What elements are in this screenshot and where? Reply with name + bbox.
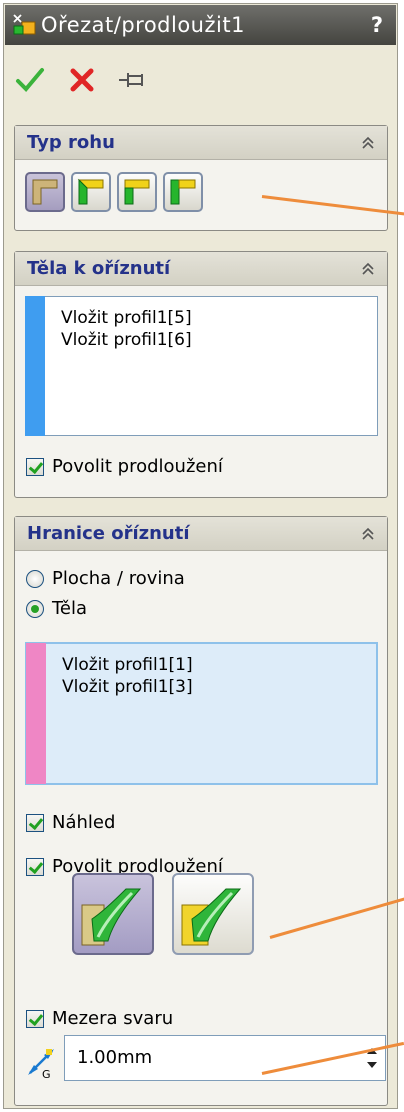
cross-icon[interactable] bbox=[66, 64, 98, 96]
corner-end-butt1-icon bbox=[124, 179, 150, 205]
weld-gap-value[interactable]: 1.00mm bbox=[77, 1047, 152, 1068]
corner-type-buttons bbox=[25, 172, 245, 216]
checkbox-checked[interactable] bbox=[26, 858, 44, 876]
help-button[interactable]: ? bbox=[371, 5, 383, 45]
collapse-icon[interactable] bbox=[359, 260, 377, 278]
trim-boundary-group: Hranice oříznutí Plocha / rovina Těla Vl… bbox=[14, 516, 388, 1106]
radio-label: Těla bbox=[52, 598, 88, 619]
radio-button-selected[interactable] bbox=[26, 600, 44, 618]
corner-miter-button[interactable] bbox=[71, 172, 111, 212]
radio-label: Plocha / rovina bbox=[52, 568, 185, 589]
list-item[interactable]: Vložit profil1[5] bbox=[61, 307, 192, 329]
list-item[interactable]: Vložit profil1[1] bbox=[62, 654, 193, 676]
checkbox-checked[interactable] bbox=[26, 458, 44, 476]
trim-boundary-title: Hranice oříznutí bbox=[27, 523, 190, 544]
checkbox-checked[interactable] bbox=[26, 1010, 44, 1028]
simple-cut-icon bbox=[81, 888, 142, 946]
checkbox-label: Povolit prodloužení bbox=[52, 456, 223, 477]
collapse-icon[interactable] bbox=[359, 525, 377, 543]
trim-boundary-header[interactable]: Hranice oříznutí bbox=[15, 517, 387, 551]
trim-boundary-items: Vložit profil1[1] Vložit profil1[3] bbox=[62, 654, 193, 698]
selection-color-bar bbox=[26, 643, 46, 784]
bodies-to-trim-header[interactable]: Těla k oříznutí bbox=[15, 252, 387, 286]
weld-gap-icon: G bbox=[28, 1049, 54, 1079]
title-bar: Ořezat/prodloužit1 ? bbox=[5, 5, 396, 45]
corner-type-header[interactable]: Typ rohu bbox=[15, 126, 387, 160]
panel-title: Ořezat/prodloužit1 bbox=[41, 13, 245, 37]
spin-arrows-icon[interactable] bbox=[361, 1038, 383, 1078]
bodies-to-trim-list[interactable]: Vložit profil1[5] Vložit profil1[6] bbox=[25, 296, 378, 436]
corner-miter-icon bbox=[77, 178, 104, 205]
trim-simple-cut-button[interactable] bbox=[72, 873, 154, 955]
collapse-icon[interactable] bbox=[359, 134, 377, 152]
list-item[interactable]: Vložit profil1[3] bbox=[62, 676, 193, 698]
corner-end-trim-button[interactable] bbox=[25, 172, 65, 212]
svg-text:G: G bbox=[42, 1068, 51, 1079]
trim-coped-cut-button[interactable] bbox=[172, 873, 254, 955]
checkbox-label: Náhled bbox=[52, 812, 116, 833]
check-icon[interactable] bbox=[14, 64, 46, 96]
trim-boundary-list[interactable]: Vložit profil1[1] Vložit profil1[3] bbox=[25, 642, 378, 785]
checkbox-checked[interactable] bbox=[26, 814, 44, 832]
bodies-to-trim-title: Těla k oříznutí bbox=[27, 258, 171, 279]
bodies-to-trim-items: Vložit profil1[5] Vložit profil1[6] bbox=[61, 307, 192, 351]
pushpin-icon[interactable] bbox=[116, 64, 148, 96]
corner-type-title: Typ rohu bbox=[27, 132, 115, 153]
checkbox-label: Mezera svaru bbox=[52, 1008, 174, 1029]
corner-end-butt2-icon bbox=[170, 179, 196, 205]
trim-extend-icon bbox=[13, 14, 36, 35]
selection-color-bar bbox=[25, 296, 45, 436]
corner-end-trim-icon bbox=[32, 179, 58, 205]
property-manager-panel: Ořezat/prodloužit1 ? Typ rohu Těla k oří… bbox=[0, 0, 404, 1112]
coped-cut-icon bbox=[181, 888, 242, 946]
bodies-to-trim-group: Těla k oříznutí Vložit profil1[5] Vložit… bbox=[14, 251, 388, 498]
corner-end-butt1-button[interactable] bbox=[117, 172, 157, 212]
radio-button[interactable] bbox=[26, 570, 44, 588]
corner-type-group: Typ rohu bbox=[14, 125, 388, 231]
corner-end-butt2-button[interactable] bbox=[163, 172, 203, 212]
list-item[interactable]: Vložit profil1[6] bbox=[61, 329, 192, 351]
